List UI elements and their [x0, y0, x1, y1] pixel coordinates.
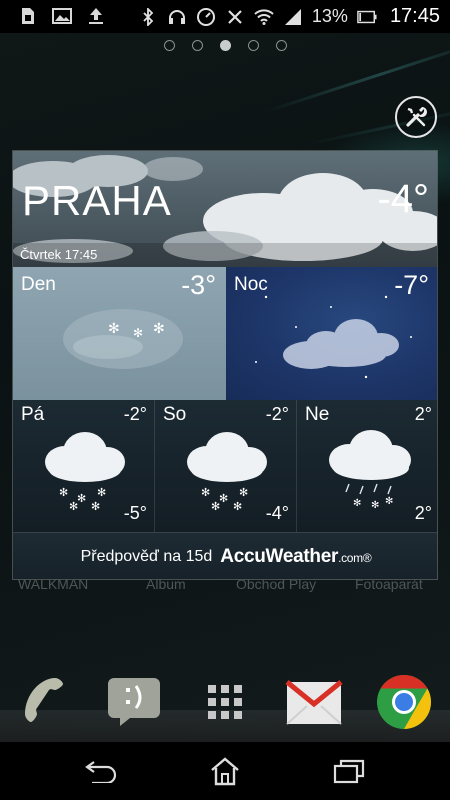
night-panel[interactable]: Noc -7°: [226, 267, 437, 400]
svg-text:✻: ✻: [219, 492, 228, 505]
current-weather-panel[interactable]: PRAHA -4° Čtvrtek 17:45: [13, 151, 437, 267]
app-drawer-icon: [208, 685, 242, 719]
messaging-icon: [108, 678, 160, 726]
night-temperature: -7°: [394, 270, 429, 300]
night-label: Noc: [234, 274, 268, 295]
svg-text:✻: ✻: [133, 326, 143, 340]
svg-text:✻: ✻: [59, 486, 68, 499]
day-panel[interactable]: ✻ ✻ ✻ Den -3°: [13, 267, 226, 400]
forecast-footer[interactable]: Předpověď na 15d AccuWeather.com®: [13, 532, 437, 579]
svg-text:✻: ✻: [77, 492, 86, 505]
svg-text:✻: ✻: [385, 496, 393, 507]
forecast-day-1[interactable]: Pá -2° ✻ ✻ ✻ ✻ ✻ -5°: [13, 400, 155, 532]
navigation-bar: [0, 742, 450, 800]
weather-widget[interactable]: PRAHA -4° Čtvrtek 17:45 ✻ ✻ ✻ Den -3° No…: [12, 150, 438, 580]
phone-app[interactable]: [16, 672, 76, 732]
forecast-low: -5°: [123, 503, 147, 523]
gmail-app[interactable]: [284, 672, 344, 732]
page-dot[interactable]: [247, 40, 259, 51]
svg-text:✻: ✻: [371, 500, 379, 511]
gauge-icon: [196, 7, 216, 26]
headset-icon: [167, 8, 187, 26]
svg-text:✻: ✻: [69, 500, 78, 512]
gmail-icon: [285, 680, 343, 725]
city-name: PRAHA: [22, 177, 172, 224]
page-dot[interactable]: [191, 40, 203, 51]
battery-icon: [357, 8, 377, 26]
widget-settings-button[interactable]: [395, 96, 437, 138]
svg-text:✻: ✻: [97, 486, 106, 499]
nfc-icon: [225, 8, 245, 26]
bluetooth-icon: [138, 7, 158, 26]
page-dot[interactable]: [275, 40, 287, 51]
home-button[interactable]: [200, 754, 250, 788]
messaging-app[interactable]: [104, 672, 164, 732]
svg-text:✻: ✻: [233, 500, 242, 512]
app-drawer[interactable]: [195, 672, 255, 732]
back-icon: [85, 761, 117, 783]
svg-text:✻: ✻: [153, 321, 165, 337]
chrome-app[interactable]: [374, 672, 434, 732]
svg-text:✻: ✻: [108, 321, 120, 337]
forecast-day-2[interactable]: So -2° ✻ ✻ ✻ ✻ ✻ -4°: [155, 400, 297, 532]
accuweather-suffix: .com®: [338, 551, 372, 565]
forecast-15d-link[interactable]: Předpověď na 15d: [81, 548, 213, 566]
accuweather-brand: AccuWeather: [220, 546, 339, 567]
svg-text:✻: ✻: [201, 486, 210, 499]
battery-percent: 13%: [311, 6, 348, 26]
image-icon: [52, 7, 72, 25]
status-bar: 13% 17:45: [0, 0, 450, 33]
chrome-icon: [377, 675, 432, 729]
forecast-low: 2°: [414, 503, 432, 523]
wifi-icon: [254, 8, 274, 26]
page-dot[interactable]: [163, 40, 175, 51]
svg-text:✻: ✻: [353, 498, 361, 509]
phone-icon: [25, 678, 63, 722]
app-label-album[interactable]: Album: [146, 578, 186, 592]
app-label-camera[interactable]: Fotoaparát: [355, 578, 423, 592]
forecast-day-3[interactable]: Ne 2° ✻ ✻ ✻ 2°: [297, 400, 437, 532]
snow-cloud-icon: ✻ ✻ ✻✻ ✻: [45, 432, 125, 512]
recent-apps-button[interactable]: [324, 754, 374, 788]
upload-icon: [86, 7, 106, 25]
svg-text:✻: ✻: [91, 500, 100, 512]
day-temperature: -3°: [181, 270, 216, 300]
notification-icons: [18, 7, 106, 25]
day-label: Den: [21, 274, 56, 295]
app-label-walkman[interactable]: WALKMAN: [18, 578, 88, 592]
accuweather-logo: AccuWeather.com®: [220, 546, 371, 568]
rain-snow-cloud-icon: ✻ ✻ ✻: [329, 430, 411, 511]
app-label-play-store[interactable]: Obchod Play: [236, 578, 316, 592]
signal-icon: [283, 8, 303, 26]
page-indicator: [0, 40, 450, 51]
sim-card-icon: [18, 7, 38, 25]
date-time: Čtvrtek 17:45: [20, 247, 98, 262]
tools-icon: [406, 107, 427, 127]
current-temperature: -4°: [377, 177, 429, 221]
back-button[interactable]: [76, 754, 126, 788]
svg-text:✻: ✻: [239, 486, 248, 499]
recent-apps-icon: [333, 759, 365, 784]
home-icon: [211, 757, 239, 786]
snow-cloud-icon: ✻ ✻ ✻✻ ✻: [187, 432, 267, 512]
page-dot[interactable]: [219, 40, 231, 51]
svg-text:✻: ✻: [211, 500, 220, 512]
app-labels-row: WALKMAN Album Obchod Play Fotoaparát: [0, 578, 450, 596]
status-clock: 17:45: [389, 5, 440, 27]
forecast-low: -4°: [265, 503, 289, 523]
dock: [0, 660, 450, 742]
system-icons: 13% 17:45: [138, 5, 440, 28]
